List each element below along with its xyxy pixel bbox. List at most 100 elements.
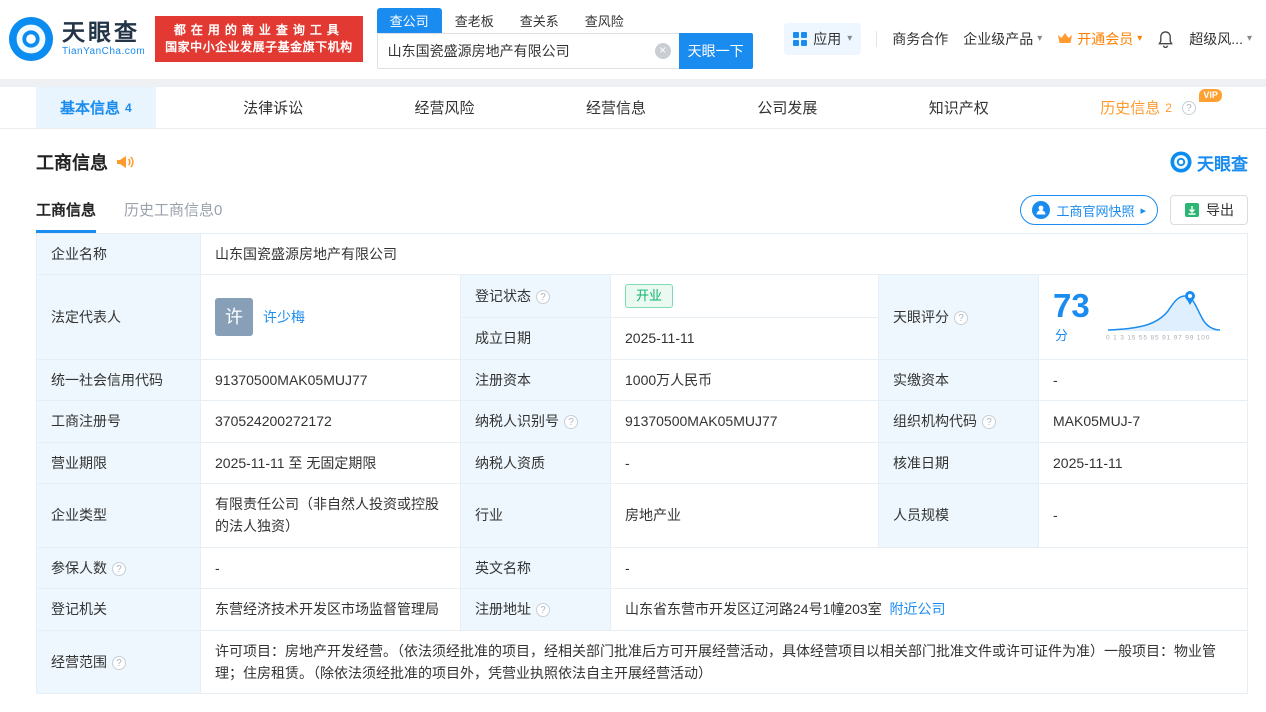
help-icon[interactable]: ? (982, 415, 996, 430)
legal-rep-label: 法定代表人 (36, 274, 201, 360)
nav-item-enterprise-products[interactable]: 企业级产品 ▾ (963, 29, 1042, 49)
search-tab-company[interactable]: 查公司 (376, 8, 442, 33)
tab-operation-risk[interactable]: 经营风险 (391, 87, 499, 128)
nearby-companies-link[interactable]: 附近公司 (890, 601, 946, 617)
table-row: 统一社会信用代码 91370500MAK05MUJ77 注册资本 1000万人民… (36, 358, 1248, 402)
staff-size-value: - (1038, 482, 1248, 548)
tab-company-development-label: 公司发展 (757, 100, 818, 117)
official-snapshot-button[interactable]: 工商官网快照 ▸ (1020, 195, 1158, 225)
taxpayer-id-label: 纳税人识别号? (460, 400, 611, 443)
help-icon[interactable]: ? (1181, 100, 1196, 115)
search-input[interactable] (376, 33, 679, 69)
nav-item-cooperation[interactable]: 商务合作 (892, 29, 948, 49)
bell-icon (1158, 30, 1174, 48)
tab-history-info[interactable]: VIP 历史信息 2 ? (1076, 87, 1222, 128)
nav-item-super-risk[interactable]: 超级风... ▾ (1189, 29, 1252, 49)
insured-value: - (200, 546, 461, 590)
clear-search-icon[interactable]: × (654, 43, 671, 59)
chevron-down-icon: ▾ (847, 33, 853, 44)
apps-menu[interactable]: 应用 ▾ (784, 22, 862, 55)
help-icon[interactable]: ? (536, 290, 550, 305)
score-distribution-chart (1107, 290, 1220, 331)
company-type-value: 有限责任公司（非自然人投资或控股的法人独资） (200, 482, 461, 548)
taxpayer-qual-label: 纳税人资质 (460, 441, 611, 484)
table-row: 工商注册号 370524200272172 纳税人识别号? 91370500MA… (36, 400, 1248, 443)
business-term-value: 2025-11-11 至 无固定期限 (200, 441, 461, 484)
reg-status-value: 开业 (610, 274, 879, 319)
table-row: 经营范围? 许可项目：房地产开发经营。（依法须经批准的项目，经相关部门批准后方可… (36, 629, 1248, 695)
tab-operation-risk-label: 经营风险 (414, 100, 475, 117)
company-type-label: 企业类型 (36, 482, 201, 548)
subtab-business-info[interactable]: 工商信息 (36, 199, 97, 233)
nav-item-vip[interactable]: 开通会员 ▾ (1057, 29, 1142, 49)
chevron-down-icon: ▾ (1137, 33, 1143, 44)
tianyancha-logo[interactable]: 天眼查 TianYanCha.com (8, 16, 145, 62)
search-area: 查公司 查老板 查关系 查风险 × 天眼一下 (376, 8, 753, 69)
tab-company-development[interactable]: 公司发展 (733, 87, 841, 128)
taxpayer-id-value: 91370500MAK05MUJ77 (610, 400, 879, 443)
paid-capital-value: - (1038, 358, 1248, 402)
tab-basic-info[interactable]: 基本信息 4 (36, 87, 156, 128)
watermark-text: 天眼查 (1197, 154, 1248, 174)
vip-badge: VIP (1199, 89, 1222, 102)
business-scope-label: 经营范围? (36, 629, 201, 695)
score-widget[interactable]: 73 分 0 1 3 15 55 85 91 97 99 100 (1053, 287, 1233, 347)
score-value-cell: 73 分 0 1 3 15 55 85 91 97 99 100 (1038, 274, 1248, 360)
legal-rep-value: 许 许少梅 (200, 274, 461, 360)
arrow-right-icon: ▸ (1140, 204, 1146, 217)
promo-banner: 都在用的商业查询工具 国家中小企业发展子基金旗下机构 (155, 15, 363, 62)
logo-title: 天眼查 (62, 19, 140, 45)
notification-bell[interactable] (1157, 30, 1174, 48)
help-icon[interactable]: ? (112, 561, 126, 576)
insured-label: 参保人数? (36, 546, 201, 590)
apps-grid-icon (793, 31, 808, 46)
watermark-logo: 天眼查 (1170, 150, 1248, 175)
top-header: 天眼查 TianYanCha.com 都在用的商业查询工具 国家中小企业发展子基… (0, 0, 1266, 79)
company-name-label: 企业名称 (36, 232, 201, 276)
table-row: 企业名称 山东国瓷盛源房地产有限公司 (36, 232, 1248, 276)
subtab-history-business-info[interactable]: 历史工商信息0 (124, 199, 222, 233)
tab-legal-cases[interactable]: 法律诉讼 (219, 87, 327, 128)
legal-rep-name-link[interactable]: 许少梅 (263, 306, 305, 328)
legal-rep-avatar[interactable]: 许 (215, 298, 253, 337)
announcement-icon (117, 156, 134, 168)
help-icon[interactable]: ? (112, 655, 126, 670)
search-tab-boss[interactable]: 查老板 (442, 8, 507, 33)
tab-operation-info-label: 经营信息 (585, 100, 646, 117)
help-icon[interactable]: ? (564, 415, 578, 430)
search-button[interactable]: 天眼一下 (678, 33, 753, 69)
reg-capital-value: 1000万人民币 (610, 358, 879, 402)
established-label: 成立日期 (460, 317, 611, 360)
super-risk-label: 超级风... (1189, 30, 1243, 47)
export-button[interactable]: 导出 (1170, 195, 1248, 225)
promo-banner-line1: 都在用的商业查询工具 (173, 22, 344, 37)
table-row: 法定代表人 许 许少梅 登记状态? 开业 天眼评分? 73分 0 1 3 15 … (36, 274, 1248, 360)
search-tab-relation[interactable]: 查关系 (507, 8, 572, 33)
company-section-tabs: 基本信息 4 法律诉讼 经营风险 经营信息 公司发展 知识产权 VIP 历史信息… (0, 87, 1266, 129)
tab-intellectual-property[interactable]: 知识产权 (905, 87, 1013, 128)
tianyancha-logo-icon (8, 16, 54, 61)
help-icon[interactable]: ? (536, 603, 550, 618)
logo-subtitle: TianYanCha.com (62, 46, 146, 57)
search-tab-risk[interactable]: 查风险 (572, 8, 637, 33)
staff-size-label: 人员规模 (878, 482, 1039, 548)
status-badge: 开业 (625, 284, 674, 309)
address-text: 山东省东营市开发区辽河路24号1幢203室 (625, 601, 882, 618)
reg-number-value: 370524200272172 (200, 400, 461, 443)
help-icon[interactable]: ? (954, 310, 968, 325)
established-value: 2025-11-11 (610, 317, 879, 360)
reg-capital-label: 注册资本 (460, 358, 611, 402)
company-name-value: 山东国瓷盛源房地产有限公司 (200, 232, 1248, 276)
table-row: 企业类型 有限责任公司（非自然人投资或控股的法人独资） 行业 房地产业 人员规模… (36, 482, 1248, 548)
snapshot-icon (1032, 201, 1051, 219)
tab-operation-info[interactable]: 经营信息 (562, 87, 670, 128)
chevron-down-icon: ▾ (1037, 33, 1043, 44)
export-icon (1185, 203, 1199, 217)
tab-legal-cases-label: 法律诉讼 (243, 100, 304, 117)
table-row: 登记机关 东营经济技术开发区市场监督管理局 注册地址? 山东省东营市开发区辽河路… (36, 588, 1248, 631)
enterprise-products-label: 企业级产品 (963, 30, 1034, 47)
promo-banner-line2: 国家中小企业发展子基金旗下机构 (165, 39, 353, 54)
subtab-row: 工商信息 历史工商信息0 工商官网快照 ▸ 导出 (36, 195, 1248, 233)
tianyancha-watermark-icon (1170, 151, 1192, 173)
score-axis-labels: 0 1 3 15 55 85 91 97 99 100 (1105, 333, 1211, 341)
